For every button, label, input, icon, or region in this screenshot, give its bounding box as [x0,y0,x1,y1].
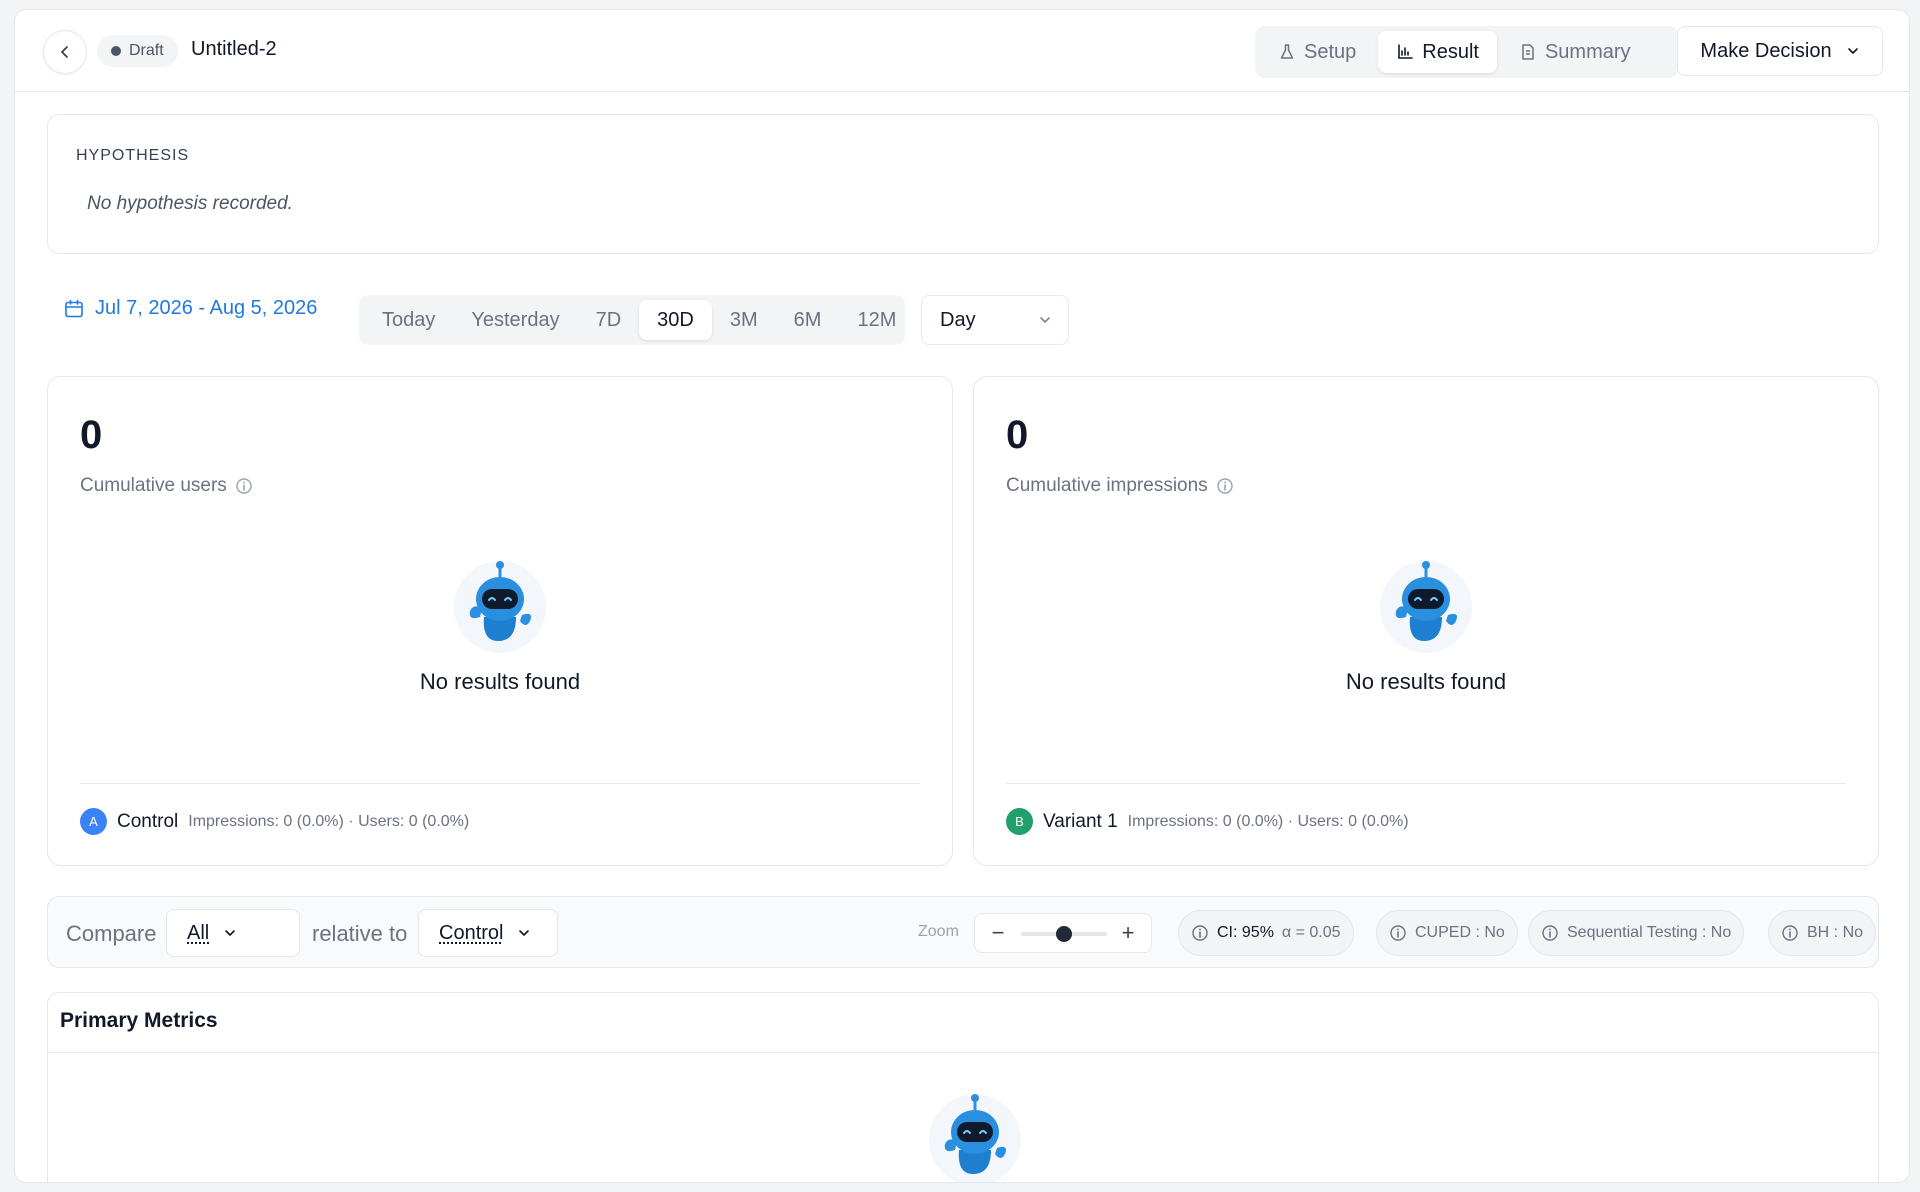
tab-summary[interactable]: Summary [1501,31,1649,73]
cumulative-users-label-text: Cumulative users [80,475,227,496]
cuped-value: CUPED : No [1415,924,1505,941]
range-tab-12m[interactable]: 12M [839,300,914,340]
zoom-label: Zoom [918,923,959,940]
empty-state: No results found [974,555,1878,695]
chevron-down-icon [225,930,236,936]
tab-result[interactable]: Result [1378,31,1497,73]
flask-icon [1280,44,1294,59]
range-tab-6m[interactable]: 6M [776,300,840,340]
make-decision-button[interactable]: Make Decision [1677,26,1883,76]
cumulative-impressions-card: 0 Cumulative impressions No results foun… [973,376,1879,866]
compare-select[interactable]: All [166,909,300,957]
robot-mascot-icon [454,561,546,653]
page-header: Draft Untitled-2 Setup Result Summary Ma… [15,10,1909,92]
info-icon [1192,925,1208,941]
cumulative-users-label: Cumulative users [80,475,253,497]
empty-state: No results found [48,555,952,695]
ci-pill[interactable]: CI: 95% α = 0.05 [1178,910,1354,956]
document-icon [1522,44,1534,60]
date-range-text: Jul 7, 2026 - Aug 5, 2026 [95,297,318,319]
zoom-in-button[interactable]: + [1115,920,1141,946]
variant-row: B Variant 1 Impressions: 0 (0.0%) · User… [1006,783,1846,835]
variant-stats: Impressions: 0 (0.0%) · Users: 0 (0.0%) [188,812,470,830]
info-icon [1782,925,1798,941]
tab-setup[interactable]: Setup [1260,31,1374,73]
sequential-testing-pill[interactable]: Sequential Testing : No [1528,910,1745,956]
hypothesis-text: No hypothesis recorded. [87,193,293,214]
variant-badge: B [1006,808,1033,835]
range-tab-yesterday[interactable]: Yesterday [453,300,577,340]
experiment-title: Untitled-2 [191,38,277,60]
status-text: Draft [129,42,164,59]
cumulative-users-value: 0 [80,413,103,457]
cumulative-users-card: 0 Cumulative users No results found A Co… [47,376,953,866]
variant-name: Control [117,810,179,832]
make-decision-label: Make Decision [1700,39,1832,62]
status-dot-icon [111,46,121,56]
compare-bar: Compare All relative to Control Zoom − +… [47,896,1879,968]
info-icon[interactable] [235,477,253,495]
cuped-pill[interactable]: CUPED : No [1376,910,1518,956]
baseline-select[interactable]: Control [418,909,558,957]
alpha-value: α = 0.05 [1281,924,1341,941]
chevron-down-icon [519,930,530,936]
bh-value: BH : No [1807,924,1864,941]
cumulative-impressions-label: Cumulative impressions [1006,475,1234,497]
range-tab-7d[interactable]: 7D [578,300,640,340]
range-tabs: Today Yesterday 7D 30D 3M 6M 12M [359,295,905,345]
bh-pill[interactable]: BH : No [1768,910,1877,956]
back-button[interactable] [43,30,87,74]
range-tab-3m[interactable]: 3M [712,300,776,340]
zoom-out-button[interactable]: − [985,920,1011,946]
compare-select-value: All [187,921,210,944]
baseline-select-value: Control [439,921,504,944]
ci-value: CI: 95% [1217,924,1274,941]
relative-to-label: relative to [312,921,408,946]
hypothesis-label: HYPOTHESIS [76,147,190,164]
chevron-down-icon [1847,48,1858,54]
empty-state-text: No results found [1345,669,1507,694]
primary-metrics-title: Primary Metrics [48,993,1878,1053]
variant-stats: Impressions: 0 (0.0%) · Users: 0 (0.0%) [1127,812,1409,830]
primary-metrics-section: Primary Metrics [47,992,1879,1182]
view-tabs: Setup Result Summary [1255,26,1679,78]
tab-summary-label: Summary [1544,40,1631,63]
zoom-slider[interactable] [1021,926,1107,942]
calendar-icon [65,299,83,317]
info-icon[interactable] [1216,477,1234,495]
range-tab-today[interactable]: Today [364,300,453,340]
variant-row: A Control Impressions: 0 (0.0%) · Users:… [80,783,920,835]
tab-setup-label: Setup [1304,40,1357,63]
robot-mascot-icon [929,1094,1021,1182]
granularity-select[interactable]: Day [921,295,1069,345]
info-icon [1390,925,1406,941]
zoom-slider-thumb[interactable] [1056,926,1072,942]
variant-name: Variant 1 [1043,810,1118,832]
zoom-control: − + [974,913,1152,953]
tab-result-label: Result [1422,40,1479,63]
app-frame: Draft Untitled-2 Setup Result Summary Ma… [14,9,1910,1183]
granularity-value: Day [940,308,976,331]
cumulative-impressions-value: 0 [1006,413,1029,457]
cumulative-impressions-label-text: Cumulative impressions [1006,475,1208,496]
info-icon [1542,925,1558,941]
status-badge: Draft [97,35,178,67]
robot-mascot-icon [1380,561,1472,653]
compare-label: Compare [66,921,157,946]
bar-chart-icon [1398,44,1414,59]
chevron-left-icon [61,46,68,58]
variant-badge: A [80,808,107,835]
range-tab-30d[interactable]: 30D [639,300,712,340]
date-range-picker[interactable]: Jul 7, 2026 - Aug 5, 2026 [63,297,317,320]
empty-state-text: No results found [419,669,581,694]
sequential-testing-value: Sequential Testing : No [1567,924,1732,941]
hypothesis-card: HYPOTHESIS No hypothesis recorded. [47,114,1879,254]
chevron-down-icon [1040,317,1050,323]
